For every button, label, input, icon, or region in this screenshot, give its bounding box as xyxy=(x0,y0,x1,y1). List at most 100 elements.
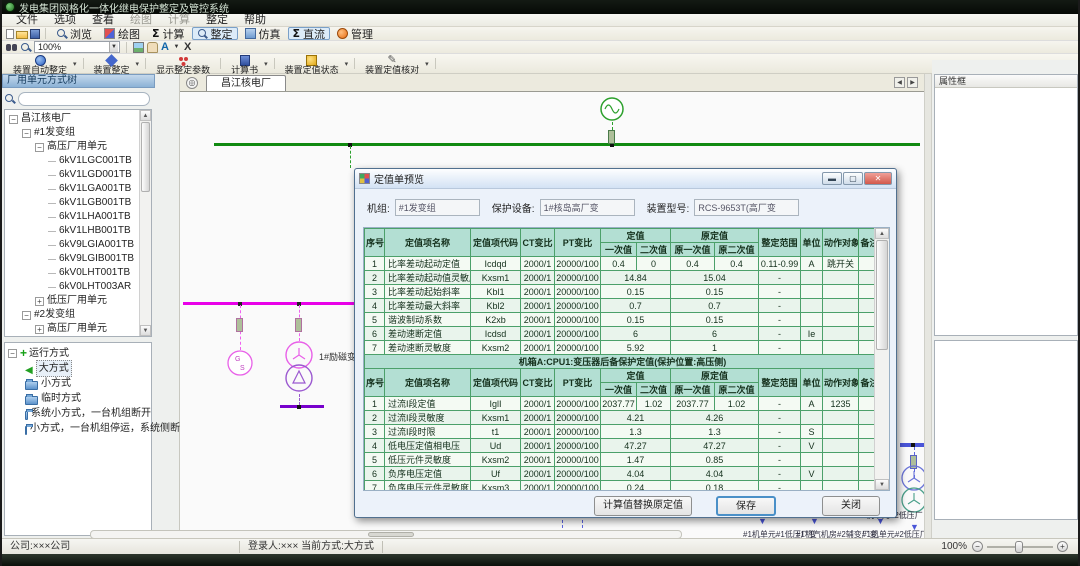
delete-icon[interactable]: X xyxy=(184,42,191,53)
table-row[interactable]: 1过流I段定值IglI2000/120000/1002037.771.02203… xyxy=(365,397,881,411)
op-button-装置定值状态[interactable]: 装置定值状态 xyxy=(280,54,344,73)
scroll-up-icon[interactable]: ▲ xyxy=(875,228,889,239)
field-input-保护设备[interactable] xyxy=(540,199,635,216)
table-row[interactable]: 3过流I段时限t12000/120000/1001.31.3-S xyxy=(365,425,881,439)
new-file-icon[interactable] xyxy=(6,29,14,39)
table-row[interactable]: 4低电压定值相电压Ud2000/120000/10047.2747.27-V xyxy=(365,439,881,453)
scrollbar-thumb[interactable] xyxy=(141,122,150,192)
field-input-机组[interactable] xyxy=(395,199,480,216)
tree-item[interactable]: −高压厂用单元 xyxy=(5,140,139,154)
zoom-lens-icon[interactable] xyxy=(20,42,31,53)
table-row[interactable]: 4比率差动最大斜率Kbl22000/120000/1000.70.7- xyxy=(365,299,881,313)
chevron-down-icon[interactable]: ▾ xyxy=(264,60,268,68)
field-input-装置型号[interactable] xyxy=(694,199,799,216)
scroll-up-icon[interactable]: ▲ xyxy=(140,110,151,121)
save-icon[interactable] xyxy=(30,29,40,39)
chevron-down-icon[interactable]: ▾ xyxy=(425,60,429,68)
tree-search-input[interactable] xyxy=(18,92,150,106)
tree-item[interactable]: 6kV1LGB001TB xyxy=(5,196,139,210)
op-button-计算书[interactable]: 计算书 xyxy=(226,54,263,73)
scrollbar-thumb[interactable] xyxy=(368,532,414,537)
tree-item[interactable]: −昌江核电厂 xyxy=(5,112,139,126)
table-row[interactable]: 2过流I段灵敏度Kxsm12000/120000/1004.214.26- xyxy=(365,411,881,425)
scroll-down-icon[interactable]: ▼ xyxy=(140,325,151,336)
station-transformer-symbol[interactable] xyxy=(901,465,924,515)
run-mode-item[interactable]: 临时方式 xyxy=(5,391,151,406)
minimize-icon[interactable]: ▬ xyxy=(822,172,842,185)
run-mode-item[interactable]: −+运行方式 xyxy=(5,346,151,361)
table-row[interactable]: 6负序电压定值Uf2000/120000/1004.044.04-V xyxy=(365,467,881,481)
tree-item[interactable]: 6kV1LGC001TB xyxy=(5,154,139,168)
menu-item-文件[interactable]: 文件 xyxy=(8,14,46,27)
tab-scroll-left-icon[interactable]: ◀ xyxy=(894,77,905,88)
zoom-slider-track[interactable] xyxy=(987,546,1053,548)
toolbar-button-计算[interactable]: Σ计算 xyxy=(147,27,190,40)
chevron-down-icon[interactable]: ▼ xyxy=(172,42,181,52)
image-icon[interactable] xyxy=(133,42,144,53)
run-mode-item[interactable]: 小方式 xyxy=(5,376,151,391)
hv-bus-line[interactable] xyxy=(214,143,920,146)
toolbar-button-整定[interactable]: 整定 xyxy=(192,27,238,40)
table-row[interactable]: 2比率差动起动值灵敏度Kxsm12000/120000/10014.8415.0… xyxy=(365,271,881,285)
op-button-装置自动整定[interactable]: 装置自动整定 xyxy=(8,54,72,73)
tree-item[interactable]: 6kV1LHA001TB xyxy=(5,210,139,224)
excitation-transformer-symbol[interactable] xyxy=(284,340,314,394)
transformer-breaker[interactable] xyxy=(295,318,302,332)
tree-item[interactable]: 6kV9LGIA001TB xyxy=(5,238,139,252)
tab-scroll-right-icon[interactable]: ▶ xyxy=(907,77,918,88)
table-scrollbar[interactable]: ▲ ▼ xyxy=(874,228,889,490)
close-button[interactable]: 关闭 xyxy=(822,496,880,516)
toolbar-button-仿真[interactable]: 仿真 xyxy=(240,27,286,40)
scrollbar-thumb[interactable] xyxy=(876,240,888,350)
tree-item[interactable]: −#1发变组 xyxy=(5,126,139,140)
close-icon[interactable]: ✕ xyxy=(864,172,892,185)
pin-icon[interactable]: ◎ xyxy=(186,77,198,89)
panel-splitter[interactable] xyxy=(924,74,932,538)
open-file-icon[interactable] xyxy=(16,31,28,39)
feeder-breaker[interactable] xyxy=(236,318,243,332)
mv-bus-line[interactable] xyxy=(183,302,359,305)
tree-scrollbar[interactable]: ▲ ▼ xyxy=(139,110,151,336)
tree-item[interactable]: 6kV9LGIB001TB xyxy=(5,252,139,266)
table-row[interactable]: 5低压元件灵敏度Kxsm22000/120000/1001.470.85- xyxy=(365,453,881,467)
tree-item[interactable]: 6kV1LGD001TB xyxy=(5,168,139,182)
dialog-title-bar[interactable]: 定值单预览 ▬ ▢ ✕ xyxy=(355,169,896,189)
tree-item[interactable]: +高压厂用单元 xyxy=(5,322,139,336)
table-row[interactable]: 7负序电压元件灵敏度Kxsm32000/120000/1000.240.18- xyxy=(365,481,881,492)
op-button-装置定值核对[interactable]: ✎装置定值核对 xyxy=(360,54,424,73)
search-icon[interactable] xyxy=(4,93,15,104)
run-mode-item[interactable]: 系统小方式，一台机组断开 xyxy=(5,406,151,421)
expand-icon[interactable]: + xyxy=(35,297,44,306)
expand-icon[interactable]: + xyxy=(35,325,44,334)
chevron-down-icon[interactable]: ▾ xyxy=(345,60,349,68)
table-row[interactable]: 3比率差动起始斜率Kbl12000/120000/1000.150.15- xyxy=(365,285,881,299)
toolbar-button-直流[interactable]: Σ直流 xyxy=(288,27,331,40)
table-row[interactable]: 1比率差动起动定值Icdqd2000/120000/1000.400.40.40… xyxy=(365,257,881,271)
lv-bus-line[interactable] xyxy=(280,405,324,408)
toolbar-button-浏览[interactable]: 浏览 xyxy=(51,27,97,40)
tab-plant[interactable]: 昌江核电厂 xyxy=(206,75,286,91)
collapse-icon[interactable]: − xyxy=(9,115,18,124)
generator-symbol[interactable] xyxy=(599,96,625,122)
save-button[interactable]: 保存 xyxy=(716,496,776,516)
collapse-icon[interactable]: − xyxy=(22,311,31,320)
run-mode-item[interactable]: ◀大方式 xyxy=(5,361,151,376)
gs-machine-symbol[interactable]: G S xyxy=(227,350,254,377)
tree-item[interactable]: 6kV1LGA001TB xyxy=(5,182,139,196)
chevron-down-icon[interactable]: ▾ xyxy=(73,60,77,68)
table-row[interactable]: 5谐波制动系数K2xb2000/120000/1000.150.15- xyxy=(365,313,881,327)
scroll-down-icon[interactable]: ▼ xyxy=(875,479,889,490)
tree-item[interactable]: −#2发变组 xyxy=(5,308,139,322)
run-mode-item[interactable]: 小方式，一台机组停运，系统侧断开 xyxy=(5,421,151,436)
tree-item[interactable]: 6kV0LHT001TB xyxy=(5,266,139,280)
op-button-显示整定参数[interactable]: 显示整定参数 xyxy=(151,54,215,73)
pan-hand-icon[interactable] xyxy=(147,42,158,53)
collapse-icon[interactable]: − xyxy=(8,349,17,358)
toolbar-button-绘图[interactable]: 绘图 xyxy=(99,27,145,40)
replace-with-calculated-button[interactable]: 计算值替换原定值 xyxy=(594,496,692,516)
generator-breaker[interactable] xyxy=(608,130,615,144)
zoom-select[interactable]: 100% ▼ xyxy=(34,41,120,53)
zoom-slider-thumb[interactable] xyxy=(1015,541,1023,553)
table-row[interactable]: 7差动速断灵敏度Kxsm22000/120000/1005.921- xyxy=(365,341,881,355)
collapse-icon[interactable]: − xyxy=(22,129,31,138)
